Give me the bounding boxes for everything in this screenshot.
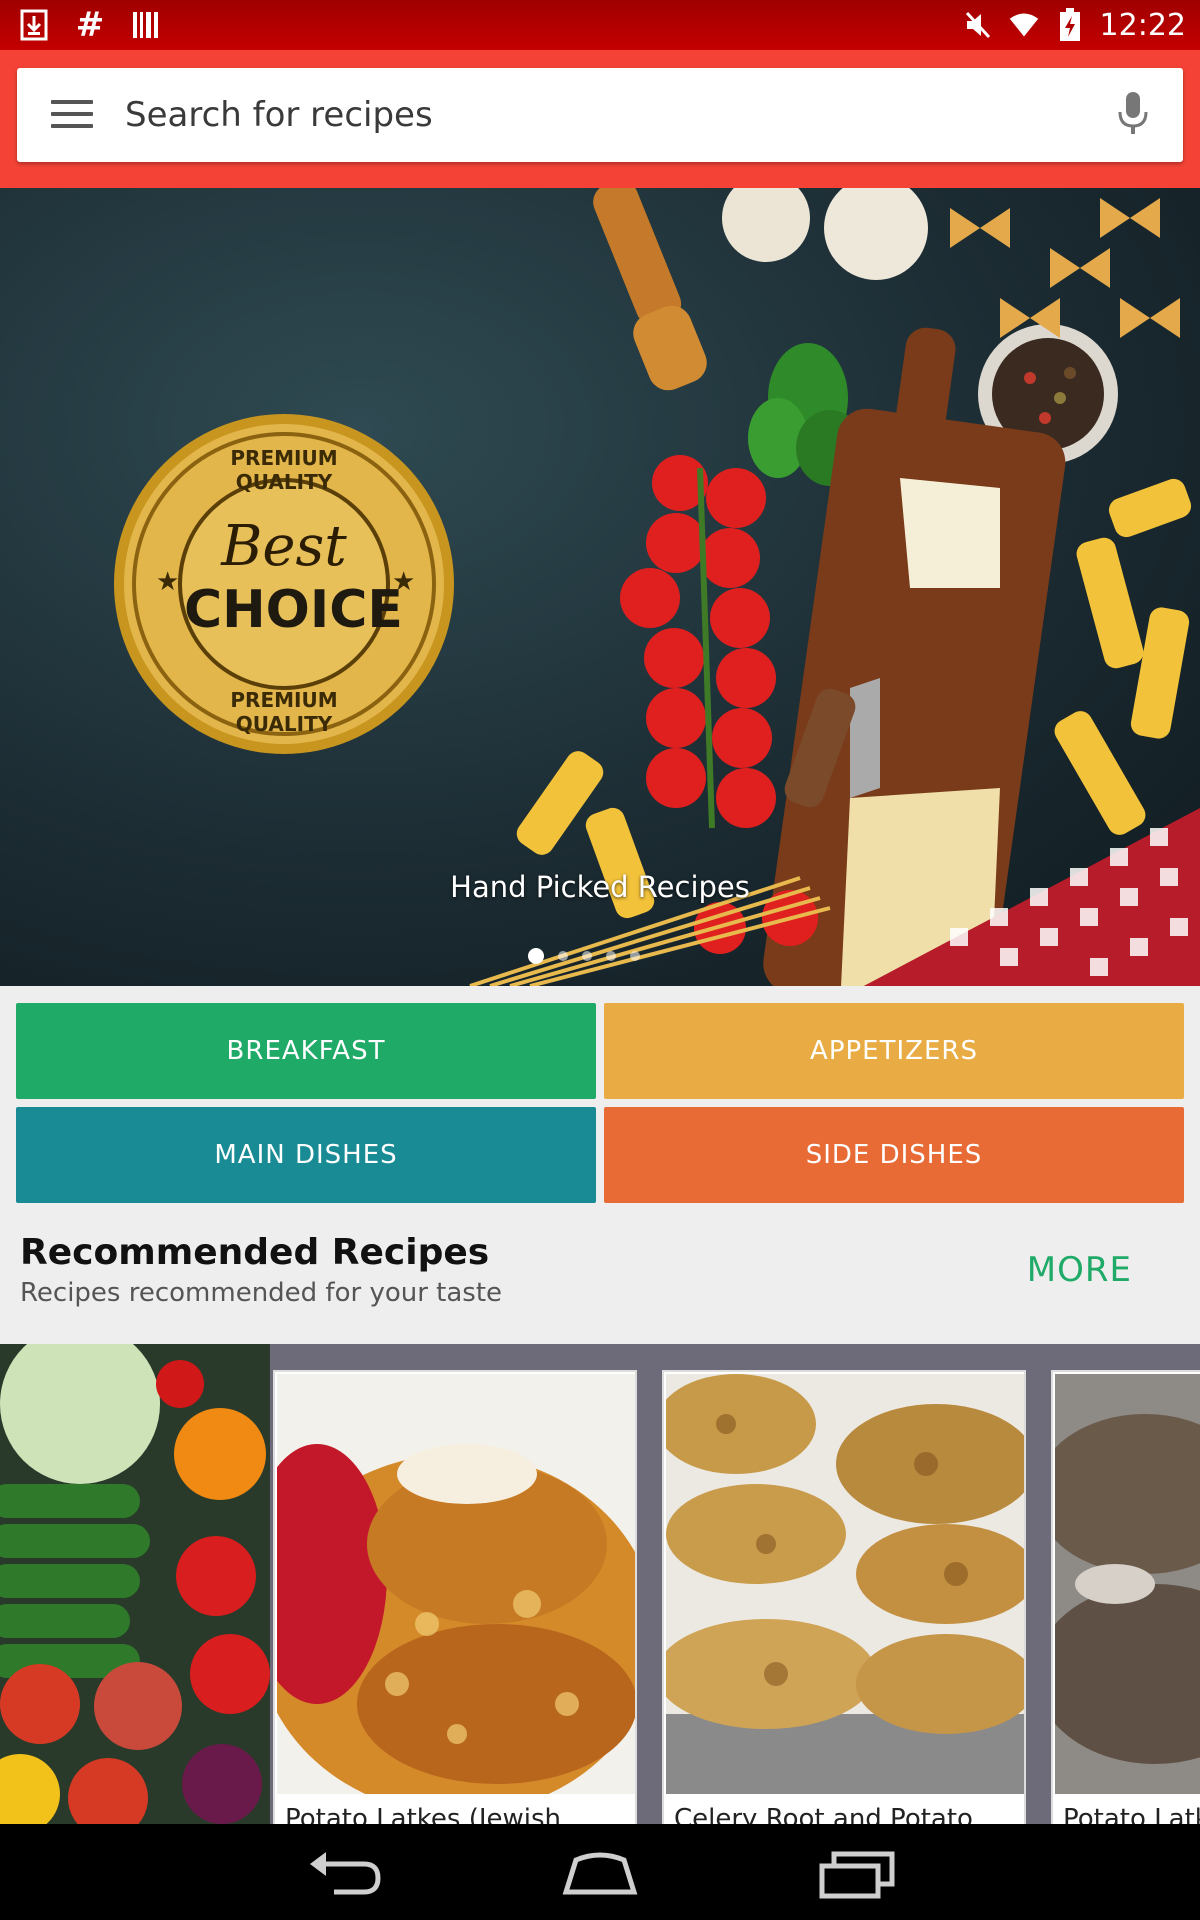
badge-best-text: Best — [221, 514, 347, 579]
badge-bottom-text: PREMIUM QUALITY — [230, 688, 338, 736]
recipe-title: Potato Latkes (Jewish — [285, 1804, 562, 1824]
section-subtitle: Recipes recommended for your taste — [20, 1278, 503, 1308]
breakfast-button[interactable]: BREAKFAST — [16, 1003, 596, 1099]
section-title: Recommended Recipes — [20, 1232, 490, 1273]
recipe-card[interactable]: Potato Latk — [1051, 1370, 1200, 1824]
svg-text:★: ★ — [156, 567, 179, 597]
microphone-icon[interactable] — [1113, 90, 1153, 140]
hamburger-menu-icon[interactable] — [51, 96, 93, 132]
badge-top-text: PREMIUM QUALITY — [230, 446, 338, 494]
carousel-dot[interactable] — [630, 951, 640, 961]
main-dishes-button[interactable]: MAIN DISHES — [16, 1107, 596, 1203]
recipe-card[interactable]: Celery Root and Potato — [662, 1370, 1026, 1824]
hero-caption: Hand Picked Recipes — [450, 870, 750, 904]
carousel-indicator — [528, 948, 640, 964]
badge-choice-text: CHOICE — [184, 580, 403, 640]
clock: 12:22 — [1099, 7, 1186, 43]
mute-icon — [962, 8, 994, 42]
hashtag-icon: # — [75, 5, 105, 45]
appetizers-button[interactable]: APPETIZERS — [604, 1003, 1184, 1099]
recommended-carousel[interactable]: Potato Latkes (Jewish Celery Root and Po… — [0, 1344, 1200, 1824]
search-input[interactable] — [125, 88, 1085, 142]
carousel-dot[interactable] — [528, 948, 544, 964]
hero-image: ★ ★ — [114, 188, 1200, 986]
recipe-card[interactable]: Potato Latkes (Jewish — [273, 1370, 637, 1824]
status-bar: # 12:22 — [0, 0, 1200, 50]
recipe-title: Potato Latk — [1063, 1804, 1200, 1824]
wifi-icon — [1008, 8, 1040, 42]
notification-icons: # — [18, 8, 162, 42]
download-icon — [18, 8, 50, 42]
home-icon[interactable] — [550, 1842, 650, 1902]
recents-icon[interactable] — [806, 1842, 906, 1902]
recipe-title: Celery Root and Potato — [674, 1804, 973, 1824]
recipe-image — [277, 1374, 635, 1794]
recipe-image — [666, 1374, 1024, 1794]
back-icon[interactable] — [294, 1842, 394, 1902]
recipe-image — [1055, 1374, 1200, 1794]
side-dishes-button[interactable]: SIDE DISHES — [604, 1107, 1184, 1203]
hero-banner[interactable]: ★ ★ PREMIUM QUALITY Best CHOICE PREMIUM … — [0, 188, 1200, 986]
search-bar — [17, 68, 1183, 162]
navigation-bar — [0, 1824, 1200, 1920]
carousel-dot[interactable] — [558, 951, 568, 961]
battery-icon — [1054, 8, 1086, 42]
pepper-mill-image — [593, 188, 707, 391]
carousel-dot[interactable] — [582, 951, 592, 961]
carousel-dot[interactable] — [606, 951, 616, 961]
more-button[interactable]: MORE — [1027, 1250, 1132, 1290]
system-icons: 12:22 — [962, 7, 1186, 43]
barcode-icon — [130, 8, 162, 42]
app-header — [0, 50, 1200, 188]
